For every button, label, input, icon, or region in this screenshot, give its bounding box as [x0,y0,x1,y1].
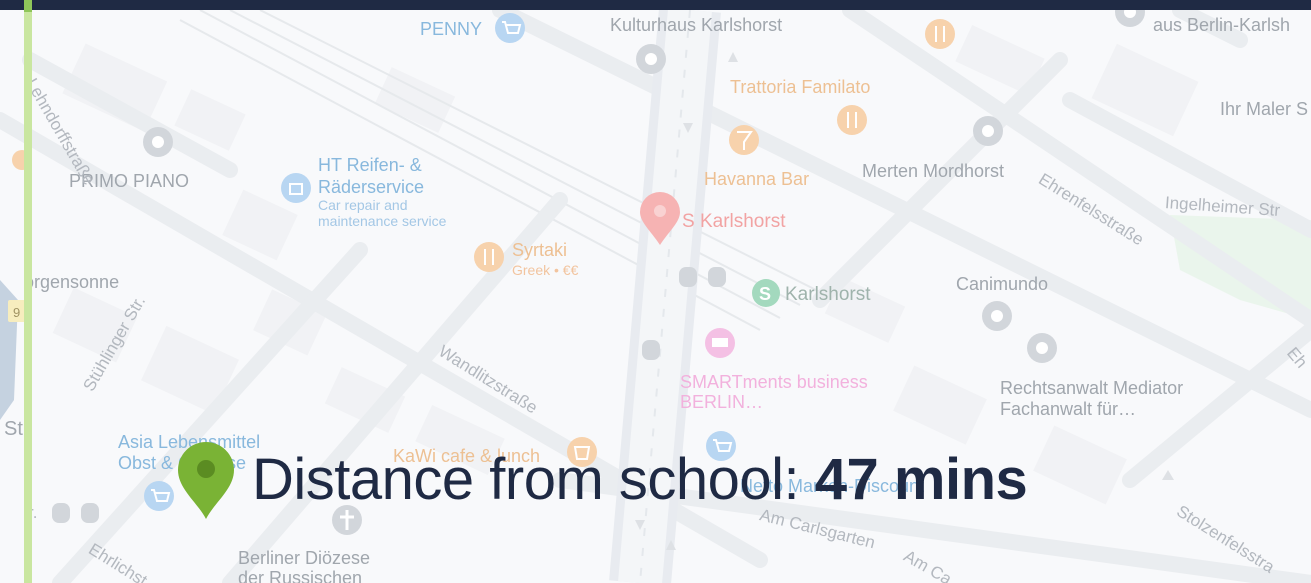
poi-subtitle-syrtaki: Greek • €€ [512,262,579,278]
distance-headline: Distance from school: 47 mins [252,446,1028,513]
poi-subtitle-ht-reifen: Car repair and maintenance service [318,197,447,229]
route-line-top [24,0,32,12]
distance-label: Distance from school: [252,447,815,512]
svg-text:S: S [759,284,771,304]
poi-label-syrtaki[interactable]: Syrtaki [512,240,567,261]
restaurant-icon [837,105,867,135]
bus-stop-icon [642,340,660,360]
tram-stop-icon [708,267,726,287]
poi-label-penny[interactable]: PENNY [420,19,482,40]
tram-stop-icon [81,503,99,523]
shopping-cart-icon [144,481,174,511]
poi-label-ht-reifen[interactable]: HT Reifen- & Räderservice [318,154,424,198]
poi-label-rechtsanwalt[interactable]: Rechtsanwalt Mediator Fachanwalt für… [1000,378,1183,420]
poi-label-smartments[interactable]: SMARTments business BERLIN… [680,372,868,412]
station-label-karlshorst[interactable]: Karlshorst [785,284,871,306]
poi-label-kulturhaus[interactable]: Kulturhaus Karlshorst [610,15,782,36]
car-service-icon [281,173,311,203]
restaurant-icon [925,19,955,49]
route-line [24,0,32,583]
poi-label-aus-berlin[interactable]: aus Berlin-Karlsh [1153,15,1290,36]
map-screen: 9 S PENNY Kulturhaus Karlshorst aus Berl… [0,0,1311,583]
top-bar [0,0,1311,10]
distance-value: 47 mins [814,447,1028,512]
bar-icon [729,125,759,155]
poi-label-ihr-maler[interactable]: Ihr Maler S [1220,99,1308,120]
poi-label-orgensonne[interactable]: orgensonne [24,272,119,293]
bus-stop-icon [52,503,70,523]
poi-label-s-karlshorst[interactable]: S Karlshorst [682,211,785,233]
poi-label-canimundo[interactable]: Canimundo [956,274,1048,295]
poi-label-havanna[interactable]: Havanna Bar [704,169,809,190]
poi-label-st[interactable]: St [4,418,23,441]
poi-label-trattoria[interactable]: Trattoria Familato [730,77,870,98]
poi-label-merten[interactable]: Merten Mordhorst [862,161,1004,182]
poi-label-berliner[interactable]: Berliner Diözese der Russischen [238,548,370,583]
restaurant-icon [474,242,504,272]
route-badge: 9 [13,305,20,320]
location-pin-icon[interactable] [176,441,236,521]
shopping-cart-icon [495,13,525,43]
bus-stop-icon [679,267,697,287]
